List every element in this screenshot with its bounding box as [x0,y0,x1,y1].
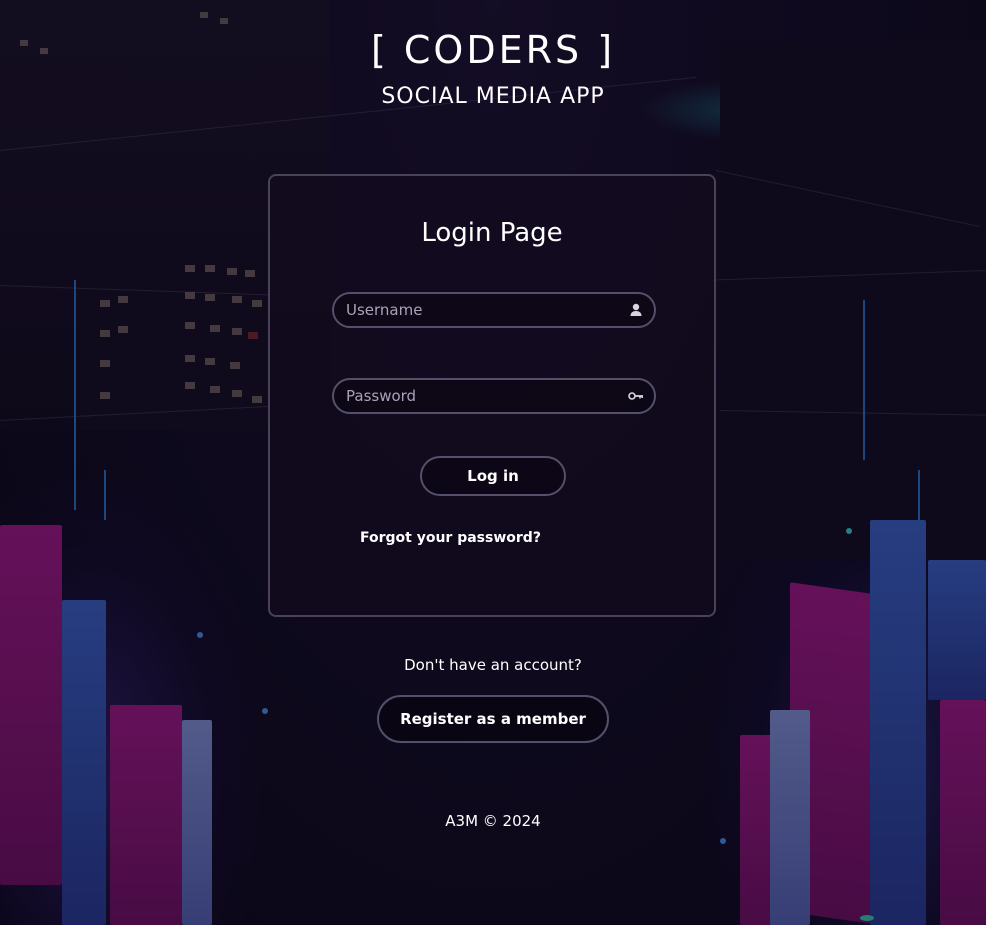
brand-logo-text: [ CODERS ] [370,28,616,72]
forgot-password-link[interactable]: Forgot your password? [360,530,541,546]
username-input[interactable] [346,294,616,326]
password-input[interactable] [346,380,616,412]
register-button[interactable]: Register as a member [377,695,609,743]
user-icon [630,303,642,316]
app-subtitle: SOCIAL MEDIA APP [381,84,605,109]
username-field[interactable] [332,292,656,328]
login-button[interactable]: Log in [420,456,566,496]
no-account-text: Don't have an account? [404,656,582,674]
login-title: Login Page [421,218,563,248]
footer-copyright: A3M © 2024 [445,812,541,830]
key-icon [628,392,643,400]
login-card: Login Page Log in Forgot your password? [268,174,716,617]
password-field[interactable] [332,378,656,414]
